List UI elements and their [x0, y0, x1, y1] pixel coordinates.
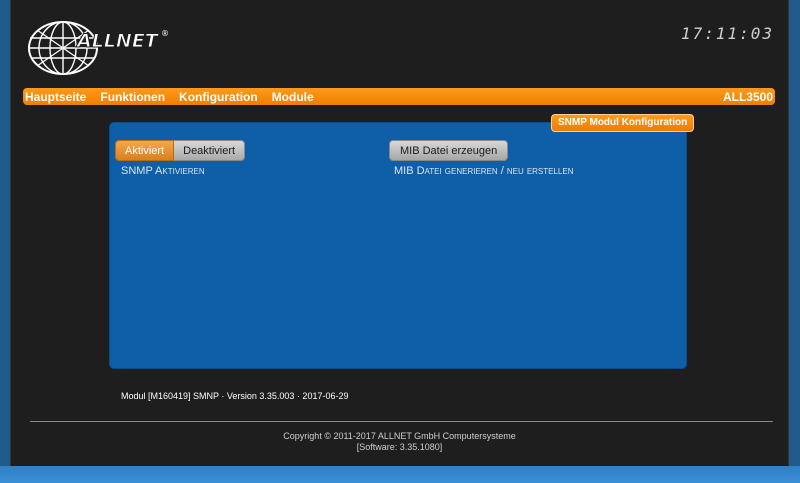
snmp-toggle: Aktiviert Deaktiviert: [115, 140, 246, 161]
nav-item-hauptseite[interactable]: Hauptseite: [25, 90, 86, 104]
deactivate-button[interactable]: Deaktiviert: [174, 140, 246, 161]
main-navbar: Hauptseite Funktionen Konfiguration Modu…: [23, 88, 775, 105]
desktop-strip: [0, 466, 800, 483]
software-version: [Software: 3.35.1080]: [356, 442, 443, 452]
module-info: Modul [M160419] SMNP · Version 3.35.003 …: [121, 391, 349, 401]
allnet-logo: ALLNET ®: [23, 14, 173, 78]
nav-item-funktionen[interactable]: Funktionen: [100, 90, 165, 104]
app-frame: ALLNET ® 17:11:03 Hauptseite Funktionen …: [10, 0, 789, 466]
mib-caption: MIB Datei generieren / neu erstellen: [394, 165, 574, 177]
device-name: ALL3500: [722, 89, 773, 104]
nav-item-konfiguration[interactable]: Konfiguration: [179, 90, 258, 104]
generate-mib-button[interactable]: MIB Datei erzeugen: [389, 140, 509, 161]
snmp-activate-caption: SNMP Aktivieren: [121, 165, 205, 177]
activate-button[interactable]: Aktiviert: [115, 140, 175, 161]
logo-text: ALLNET: [75, 30, 160, 52]
globe-icon: ALLNET ®: [28, 21, 169, 75]
nav-item-module[interactable]: Module: [272, 90, 314, 104]
registered-mark: ®: [161, 29, 169, 38]
copyright-text: Copyright © 2011-2017 ALLNET GmbH Comput…: [283, 431, 516, 441]
footer: Copyright © 2011-2017 ALLNET GmbH Comput…: [11, 431, 788, 453]
footer-divider: [30, 421, 773, 422]
clock: 17:11:03: [680, 24, 774, 43]
panel-title: SNMP Modul Konfiguration: [551, 114, 695, 132]
